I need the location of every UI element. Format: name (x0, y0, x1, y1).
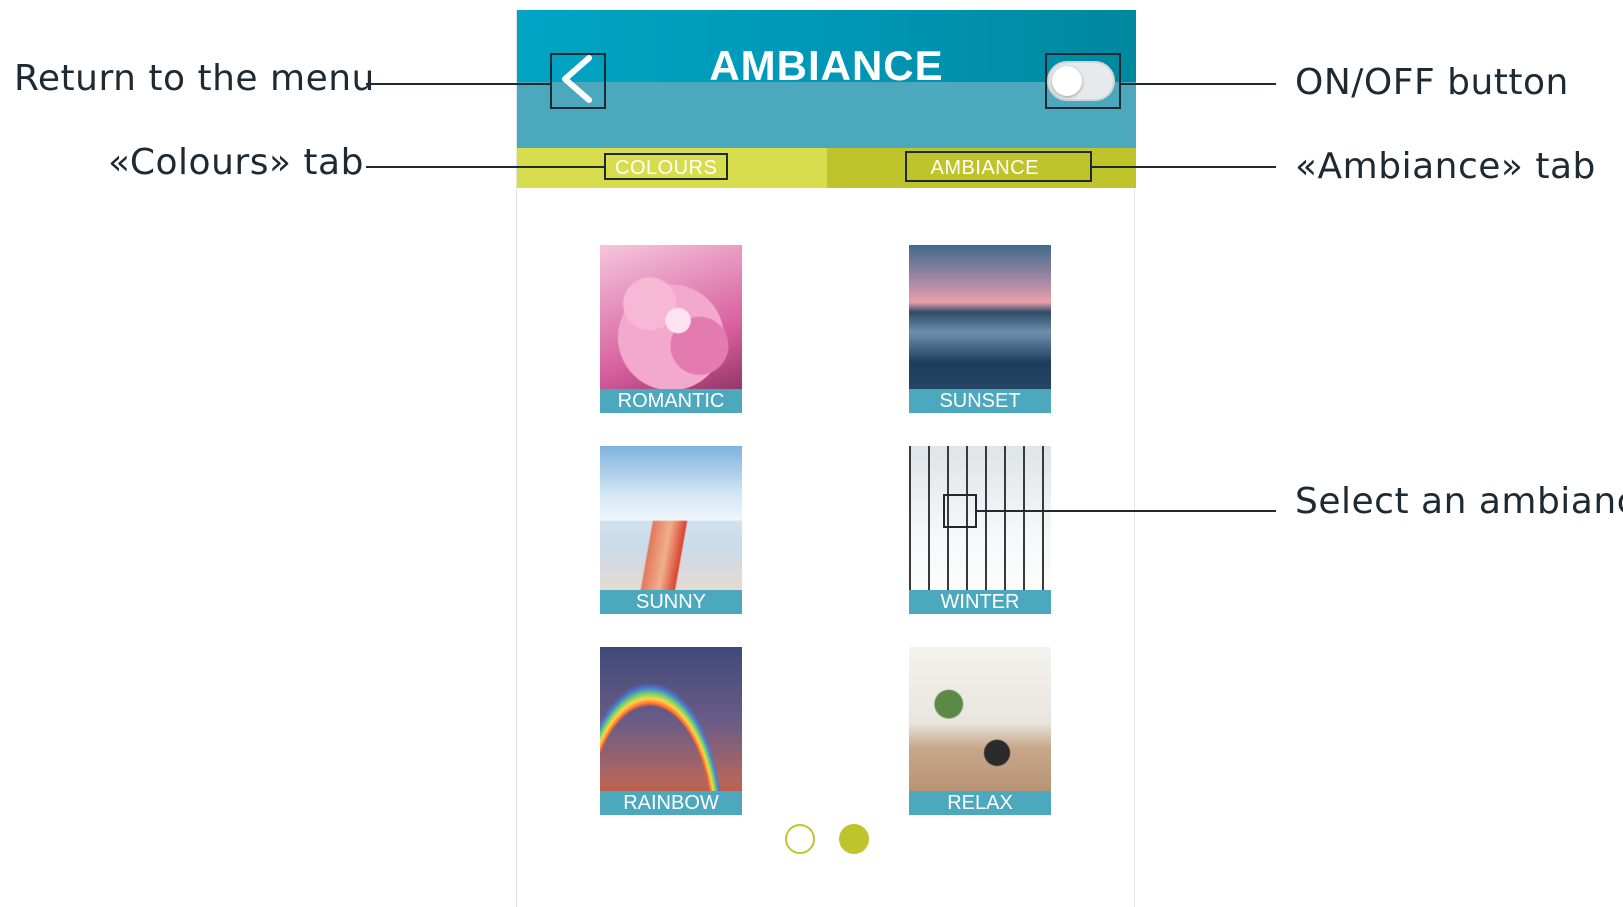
sunny-image (600, 446, 742, 614)
return-menu-callout: Return to the menu (14, 58, 375, 99)
ambiance-tile-sunset[interactable]: SUNSET (909, 245, 1051, 413)
app-header: AMBIANCE (517, 10, 1136, 148)
return-menu-leader (366, 83, 550, 85)
toggle-highlight (1045, 53, 1121, 109)
page-dot-2[interactable] (839, 824, 869, 854)
back-button-highlight (550, 53, 606, 109)
ambiance-label: SUNSET (909, 389, 1051, 413)
ambiance-tile-relax[interactable]: RELAX (909, 647, 1051, 815)
winter-image (909, 446, 1051, 614)
ambiance-label: RELAX (909, 791, 1051, 815)
ambiance-label: ROMANTIC (600, 389, 742, 413)
relax-image (909, 647, 1051, 815)
colours-tab-leader (366, 166, 604, 168)
colours-tab-highlight (604, 153, 728, 180)
ambiance-tab-callout: «Ambiance» tab (1295, 146, 1596, 187)
ambiance-tile-romantic[interactable]: ROMANTIC (600, 245, 742, 413)
ambiance-tile-rainbow[interactable]: RAINBOW (600, 647, 742, 815)
ambiance-tile-sunny[interactable]: SUNNY (600, 446, 742, 614)
ambiance-tab-leader (1092, 166, 1276, 168)
ambiance-tile-winter[interactable]: WINTER (909, 446, 1051, 614)
ambiance-label: RAINBOW (600, 791, 742, 815)
romantic-image (600, 245, 742, 413)
page-title: AMBIANCE (709, 42, 944, 89)
select-ambiance-highlight (943, 494, 977, 528)
onoff-leader (1121, 83, 1276, 85)
rainbow-image (600, 647, 742, 815)
app-screen: AMBIANCE COLOURS AMBIANCE ROMANTIC SUNSE… (516, 10, 1136, 907)
onoff-button-callout: ON/OFF button (1295, 62, 1569, 103)
ambiance-label: SUNNY (600, 590, 742, 614)
select-ambiance-callout: Select an ambiance (1295, 481, 1623, 522)
sunset-image (909, 245, 1051, 413)
ambiance-tab-highlight (905, 151, 1092, 182)
header-lower-band (517, 82, 1136, 148)
colours-tab-callout: «Colours» tab (108, 142, 364, 183)
select-ambiance-leader (977, 510, 1276, 512)
ambiance-label: WINTER (909, 590, 1051, 614)
page-dot-1[interactable] (785, 824, 815, 854)
